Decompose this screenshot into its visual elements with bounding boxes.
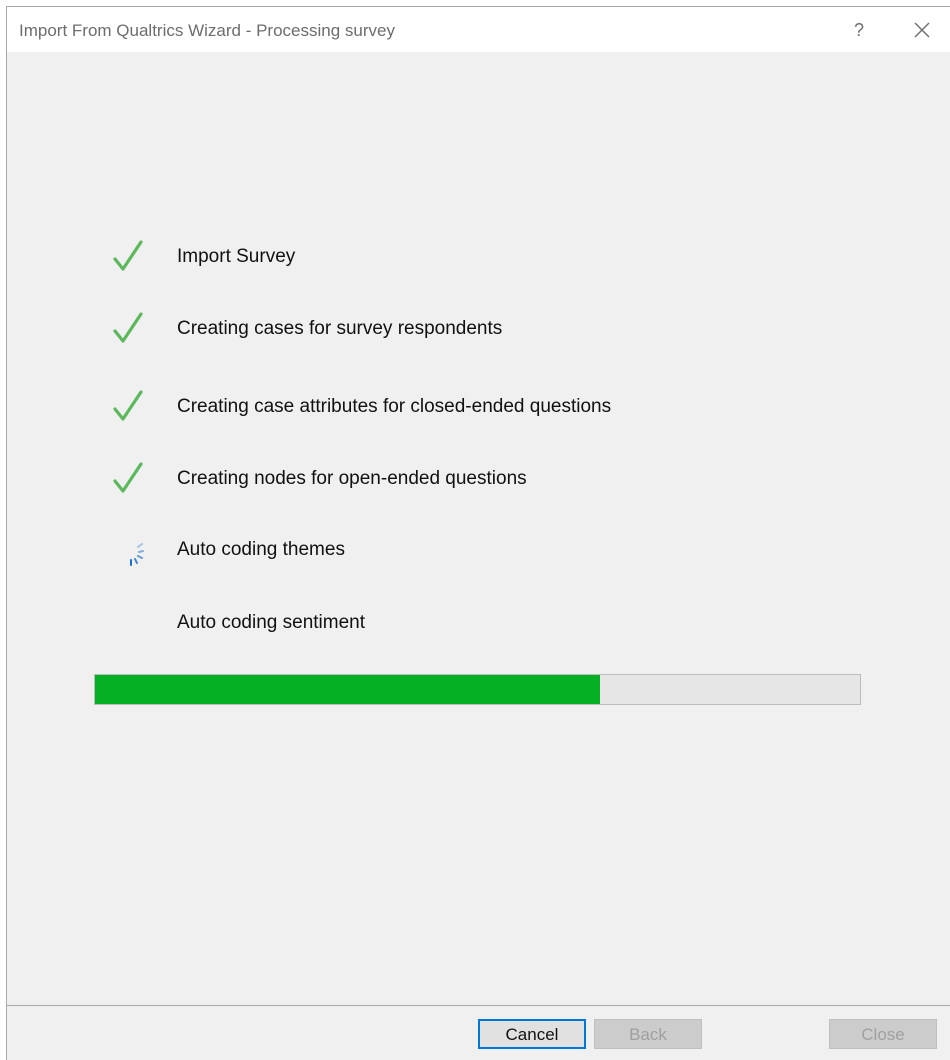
checkmark-icon: [113, 390, 143, 421]
step-creating-nodes: Creating nodes for open-ended questions: [107, 459, 807, 499]
close-window-button[interactable]: [905, 15, 939, 45]
step-auto-coding-themes: Auto coding themes: [107, 530, 807, 570]
wizard-window: Import From Qualtrics Wizard - Processin…: [6, 6, 950, 1060]
progress-bar-fill: [95, 675, 600, 704]
step-import-survey: Import Survey: [107, 237, 807, 277]
step-label: Creating case attributes for closed-ende…: [177, 396, 612, 417]
close-icon: [914, 22, 930, 38]
window-title: Import From Qualtrics Wizard - Processin…: [19, 21, 395, 40]
step-creating-cases: Creating cases for survey respondents: [107, 309, 807, 349]
footer-divider: [7, 1005, 950, 1006]
step-label: Import Survey: [177, 246, 296, 267]
checkmark-icon: [113, 462, 143, 493]
checkmark-icon: [113, 312, 143, 343]
help-button[interactable]: ?: [845, 15, 873, 45]
checkmark-icon: [113, 240, 143, 271]
spinner-icon: [130, 543, 144, 566]
cancel-button[interactable]: Cancel: [478, 1019, 586, 1049]
step-label: Auto coding sentiment: [177, 612, 366, 633]
back-button[interactable]: Back: [594, 1019, 702, 1049]
step-creating-case-attributes: Creating case attributes for closed-ende…: [107, 387, 807, 427]
close-button[interactable]: Close: [829, 1019, 937, 1049]
title-bar: Import From Qualtrics Wizard - Processin…: [7, 7, 950, 52]
step-auto-coding-sentiment: Auto coding sentiment: [107, 603, 807, 643]
step-label: Creating cases for survey respondents: [177, 318, 503, 339]
step-label: Creating nodes for open-ended questions: [177, 468, 527, 489]
progress-bar: [94, 674, 861, 705]
step-label: Auto coding themes: [177, 539, 345, 560]
